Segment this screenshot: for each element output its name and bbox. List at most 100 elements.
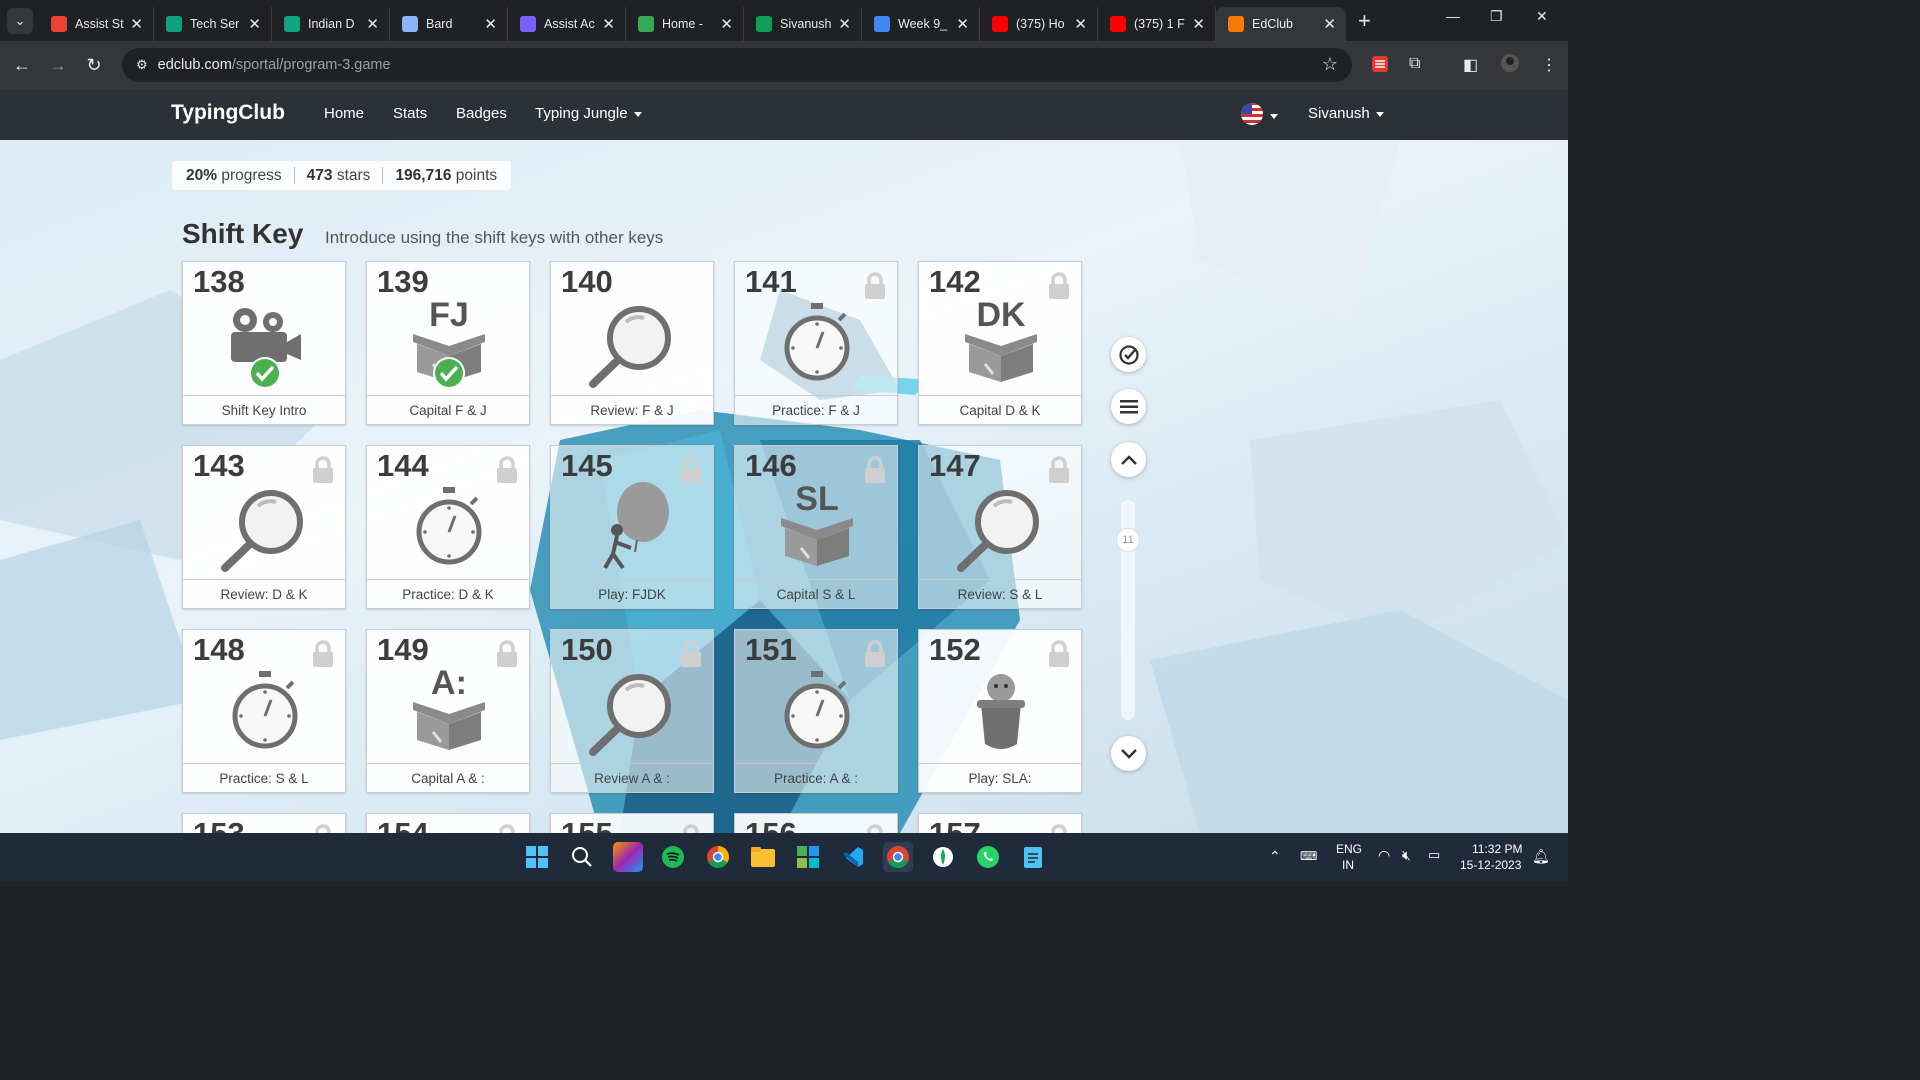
scroll-up-button[interactable] xyxy=(1111,442,1146,477)
lesson-card[interactable]: 148 Practice: S & L xyxy=(182,629,346,793)
browser-tab[interactable]: (375) 1 F ✕ xyxy=(1098,7,1216,41)
back-icon[interactable]: ← xyxy=(4,55,40,76)
nav-home[interactable]: Home xyxy=(324,105,364,122)
lesson-card[interactable]: 156 xyxy=(734,813,898,833)
whatsapp-icon[interactable] xyxy=(973,842,1003,872)
nav-typing-jungle[interactable]: Typing Jungle xyxy=(535,105,642,122)
lesson-card[interactable]: 149 A: Capital A & : xyxy=(366,629,530,793)
chrome-profile-icon[interactable] xyxy=(883,842,913,872)
tab-close-icon[interactable]: ✕ xyxy=(1323,15,1336,33)
lock-icon xyxy=(1047,640,1071,668)
lesson-card[interactable]: 155 xyxy=(550,813,714,833)
mongodb-compass-icon[interactable] xyxy=(928,842,958,872)
lesson-card[interactable]: 150 Review A & : xyxy=(550,629,714,793)
menu-button[interactable] xyxy=(1111,389,1146,424)
nav-stats[interactable]: Stats xyxy=(393,105,427,122)
lesson-card[interactable]: 146 SL Capital S & L xyxy=(734,445,898,609)
battery-icon[interactable]: ▭ xyxy=(1428,847,1440,863)
browser-tab[interactable]: Indian D ✕ xyxy=(272,7,390,41)
browser-menu-icon[interactable]: ⋮ xyxy=(1541,55,1557,75)
volume-muted-icon[interactable]: 🔇︎ xyxy=(1402,847,1411,864)
new-tab-button[interactable]: + xyxy=(1358,8,1371,34)
tab-close-icon[interactable]: ✕ xyxy=(956,15,969,33)
lesson-title: Practice: D & K xyxy=(367,579,529,608)
mark-complete-button[interactable] xyxy=(1111,337,1146,372)
browser-tab[interactable]: Sivanush ✕ xyxy=(744,7,862,41)
copilot-icon[interactable] xyxy=(613,842,643,872)
browser-tab[interactable]: Assist St ✕ xyxy=(39,7,154,41)
scroll-down-button[interactable] xyxy=(1111,736,1146,771)
lesson-number: 157 xyxy=(929,816,981,833)
browser-tab[interactable]: Week 9_ ✕ xyxy=(862,7,980,41)
tab-close-icon[interactable]: ✕ xyxy=(838,15,851,33)
lesson-card[interactable]: 157 xyxy=(918,813,1082,833)
lesson-card[interactable]: 142 DK Capital D & K xyxy=(918,261,1082,425)
lesson-card[interactable]: 138 Shift Key Intro xyxy=(182,261,346,425)
lesson-card[interactable]: 143 Review: D & K xyxy=(182,445,346,609)
lesson-card[interactable]: 154 xyxy=(366,813,530,833)
forward-icon[interactable]: → xyxy=(40,55,76,76)
restore-icon[interactable]: ❐ xyxy=(1490,8,1503,25)
lesson-card[interactable]: 145 Play: FJDK xyxy=(550,445,714,609)
browser-tab[interactable]: Tech Ser ✕ xyxy=(154,7,272,41)
nav-badges[interactable]: Badges xyxy=(456,105,507,122)
clock-date[interactable]: 15-12-2023 xyxy=(1460,858,1521,872)
tab-close-icon[interactable]: ✕ xyxy=(720,15,733,33)
language-indicator[interactable]: ENG xyxy=(1336,842,1362,856)
tab-close-icon[interactable]: ✕ xyxy=(248,15,261,33)
tab-close-icon[interactable]: ✕ xyxy=(1192,15,1205,33)
lesson-card[interactable]: 144 Practice: D & K xyxy=(366,445,530,609)
lesson-card[interactable]: 139 FJ Capital F & J xyxy=(366,261,530,425)
user-menu[interactable]: Sivanush xyxy=(1308,105,1384,122)
brand-logo[interactable]: TypingClub xyxy=(171,101,285,125)
bookmark-star-icon[interactable]: ☆ xyxy=(1322,54,1338,75)
windows-start-icon[interactable] xyxy=(522,842,552,872)
minimize-icon[interactable]: — xyxy=(1446,8,1460,24)
profile-avatar[interactable] xyxy=(1500,53,1520,78)
tab-close-icon[interactable]: ✕ xyxy=(602,15,615,33)
language-selector[interactable] xyxy=(1240,102,1278,131)
lesson-card[interactable]: 151 Practice: A & : xyxy=(734,629,898,793)
chevron-up-icon[interactable]: ⌃ xyxy=(1269,848,1281,865)
spotify-icon[interactable] xyxy=(658,842,688,872)
tab-close-icon[interactable]: ✕ xyxy=(130,15,143,33)
photos-app-icon[interactable] xyxy=(793,842,823,872)
language-region[interactable]: IN xyxy=(1342,858,1354,872)
tab-search-button[interactable]: ⌄ xyxy=(7,7,33,34)
clock-time[interactable]: 11:32 PM xyxy=(1472,842,1522,856)
browser-tab[interactable]: Bard ✕ xyxy=(390,7,508,41)
lesson-card[interactable]: 152 Play: SLA: xyxy=(918,629,1082,793)
lesson-card[interactable]: 153 xyxy=(182,813,346,833)
extensions-puzzle-icon[interactable]: ⧉ xyxy=(1409,55,1420,73)
lesson-card[interactable]: 141 Practice: F & J xyxy=(734,261,898,425)
reload-icon[interactable]: ↻ xyxy=(76,55,112,76)
browser-tab[interactable]: Home - ✕ xyxy=(626,7,744,41)
site-info-icon[interactable]: ⚙ xyxy=(136,57,148,73)
address-bar[interactable]: ⚙ edclub.com/sportal/program-3.game ☆ xyxy=(122,48,1352,82)
lesson-title: Capital A & : xyxy=(367,763,529,792)
search-icon[interactable] xyxy=(567,842,597,872)
browser-tab[interactable]: Assist Ac ✕ xyxy=(508,7,626,41)
lesson-title: Review: D & K xyxy=(183,579,345,608)
tab-close-icon[interactable]: ✕ xyxy=(366,15,379,33)
browser-tab[interactable]: EdClub ✕ xyxy=(1216,7,1346,41)
keyboard-icon[interactable]: ⌨ xyxy=(1300,849,1317,863)
browser-tab[interactable]: (375) Ho ✕ xyxy=(980,7,1098,41)
scroll-thumb[interactable]: 11 xyxy=(1116,528,1140,552)
url-text[interactable]: edclub.com/sportal/program-3.game xyxy=(158,57,391,73)
notepad-icon[interactable] xyxy=(1018,842,1048,872)
tab-close-icon[interactable]: ✕ xyxy=(1074,15,1087,33)
file-explorer-icon[interactable] xyxy=(748,842,778,872)
notification-bell-icon[interactable]: 🔔︎ xyxy=(1532,848,1550,865)
wifi-icon[interactable]: ◠ xyxy=(1378,847,1390,864)
lesson-number: 147 xyxy=(929,448,981,483)
lesson-card[interactable]: 140 Review: F & J xyxy=(550,261,714,425)
lesson-card[interactable]: 147 Review: S & L xyxy=(918,445,1082,609)
extension-red-icon[interactable] xyxy=(1371,55,1389,78)
close-window-icon[interactable]: ✕ xyxy=(1536,8,1548,25)
tab-close-icon[interactable]: ✕ xyxy=(484,15,497,33)
vscode-icon[interactable] xyxy=(838,842,868,872)
chrome-icon[interactable] xyxy=(703,842,733,872)
lock-icon xyxy=(863,640,887,668)
side-panel-icon[interactable]: ◧ xyxy=(1463,55,1478,75)
